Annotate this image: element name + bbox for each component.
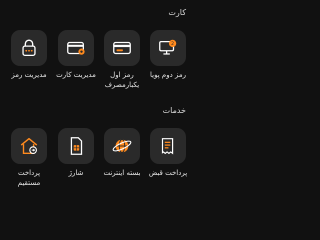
bill-payment-icon bbox=[157, 135, 179, 157]
direct-payment-icon bbox=[18, 135, 40, 157]
card-settings-icon bbox=[65, 37, 87, 59]
bill-payment-label: پرداخت قبض bbox=[148, 169, 188, 177]
section-title-services: خدمات bbox=[162, 106, 186, 115]
charge-label: شارژ bbox=[68, 169, 84, 177]
direct-payment-label: پرداخت مستقیم bbox=[17, 169, 41, 187]
bill-payment-button[interactable] bbox=[150, 128, 186, 164]
dynamic-password-label: رمز دوم پویا bbox=[150, 71, 186, 79]
one-time-password-label: رمز اول یکبارمصرف bbox=[104, 71, 140, 89]
internet-package-button[interactable] bbox=[104, 128, 140, 164]
svg-text:2: 2 bbox=[171, 41, 174, 47]
charge-button[interactable] bbox=[58, 128, 94, 164]
dynamic-password-button[interactable]: 2 bbox=[150, 30, 186, 66]
password-lock-icon bbox=[18, 37, 40, 59]
card-management-label: مدیریت کارت bbox=[56, 71, 96, 79]
card-management-button[interactable] bbox=[58, 30, 94, 66]
dynamic-password-icon: 2 bbox=[157, 37, 179, 59]
sim-card-icon bbox=[65, 135, 87, 157]
password-management-button[interactable] bbox=[11, 30, 47, 66]
internet-globe-icon bbox=[111, 135, 133, 157]
internet-package-label: بسته اینترنت bbox=[103, 169, 141, 177]
app-screen: کارت 2 رمز دوم پویا رمز اول یکبارمصرف مد… bbox=[0, 0, 200, 200]
direct-payment-button[interactable] bbox=[11, 128, 47, 164]
section-title-cards: کارت bbox=[168, 8, 186, 17]
one-time-password-button[interactable] bbox=[104, 30, 140, 66]
password-management-label: مدیریت رمز bbox=[11, 71, 47, 79]
one-time-password-icon bbox=[111, 37, 133, 59]
